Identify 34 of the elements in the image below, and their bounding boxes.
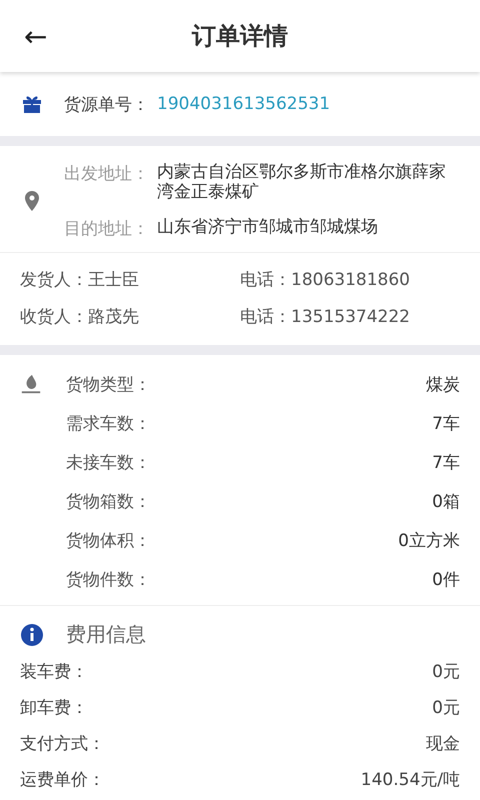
phone-number: 电话：13515374222 bbox=[240, 306, 411, 328]
info-icon bbox=[20, 622, 44, 647]
cargo-label: 需求车数： bbox=[66, 412, 152, 435]
section-title: 费用信息 bbox=[66, 621, 146, 648]
contact-name: 收货人：路茂先 bbox=[20, 306, 140, 328]
fee-label: 卸车费： bbox=[20, 697, 88, 720]
page-title: 订单详情 bbox=[190, 21, 289, 52]
cargo-label: 货物类型： bbox=[66, 374, 152, 396]
fee-value: 140.54元/吨 bbox=[360, 769, 460, 792]
order-number: 1904031613562531 bbox=[157, 94, 330, 114]
cargo-value: 0箱 bbox=[432, 490, 460, 513]
fee-value: 0元 bbox=[432, 661, 460, 684]
back-button[interactable]: ← bbox=[8, 20, 64, 52]
address-value: 山东省济宁市邹城市邹城煤场 bbox=[157, 216, 378, 239]
address-label: 目的地址： bbox=[64, 218, 150, 240]
cargo-label: 未接车数： bbox=[66, 452, 152, 474]
address-value: 内蒙古自治区鄂尔多斯市准格尔旗薛家湾金正泰煤矿 bbox=[157, 162, 447, 203]
cargo-value: 0立方米 bbox=[398, 530, 460, 552]
cargo-label: 货物箱数： bbox=[66, 490, 152, 513]
cargo-label: 货物体积： bbox=[66, 530, 152, 552]
cargo-value: 煤炭 bbox=[426, 374, 460, 396]
fee-value: 现金 bbox=[426, 733, 460, 756]
fee-label: 支付方式： bbox=[20, 733, 105, 756]
contact-name: 发货人：王士臣 bbox=[20, 268, 140, 291]
address-label: 出发地址： bbox=[64, 163, 150, 186]
cargo-value: 7车 bbox=[432, 412, 460, 435]
cargo-label: 货物件数： bbox=[66, 568, 152, 591]
order-number-label: 货源单号： bbox=[64, 94, 149, 116]
cargo-value: 7车 bbox=[432, 452, 460, 474]
fee-label: 装车费： bbox=[20, 661, 88, 684]
cargo-value: 0件 bbox=[432, 568, 460, 591]
phone-number: 电话：18063181860 bbox=[240, 268, 411, 291]
fee-label: 运费单价： bbox=[20, 769, 105, 792]
fee-value: 0元 bbox=[432, 697, 460, 720]
